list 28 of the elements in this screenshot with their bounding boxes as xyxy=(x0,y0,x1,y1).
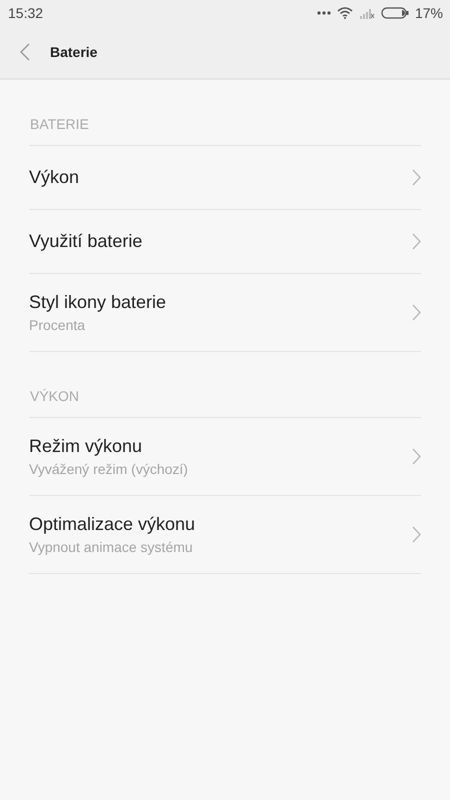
wifi-icon xyxy=(336,7,353,19)
settings-item[interactable]: Výkon xyxy=(29,146,421,210)
item-subtitle: Procenta xyxy=(29,317,86,333)
chevron-right-icon xyxy=(412,526,421,543)
chevron-right-icon xyxy=(412,448,421,465)
item-title: Výkon xyxy=(29,167,80,188)
settings-item[interactable]: Využití baterie xyxy=(29,210,421,274)
battery-icon xyxy=(380,7,409,19)
settings-item[interactable]: Režim výkonu Vyvážený režim (výchozí) xyxy=(29,418,421,496)
settings-item[interactable]: Styl ikony baterie Procenta xyxy=(29,274,421,352)
back-button[interactable] xyxy=(20,43,30,61)
item-subtitle: Vyvážený režim (výchozí) xyxy=(29,461,188,477)
item-title: Styl ikony baterie xyxy=(29,292,166,313)
signal-icon xyxy=(358,7,375,19)
section-header: VÝKON xyxy=(29,352,421,418)
chevron-right-icon xyxy=(412,233,421,250)
section-header: BATERIE xyxy=(29,80,421,146)
item-subtitle: Vypnout animace systému xyxy=(29,539,194,555)
status-time: 15:32 xyxy=(8,5,44,21)
more-dots-icon xyxy=(316,11,331,15)
item-title: Optimalizace výkonu xyxy=(29,514,196,535)
chevron-right-icon xyxy=(412,169,421,186)
item-title: Využití baterie xyxy=(29,231,142,252)
settings-item[interactable]: Optimalizace výkonu Vypnout animace systému xyxy=(29,496,421,574)
page-title: Baterie xyxy=(50,44,98,60)
battery-percent: 17% xyxy=(414,5,443,21)
item-title: Režim výkonu xyxy=(29,436,144,457)
chevron-right-icon xyxy=(412,304,421,321)
